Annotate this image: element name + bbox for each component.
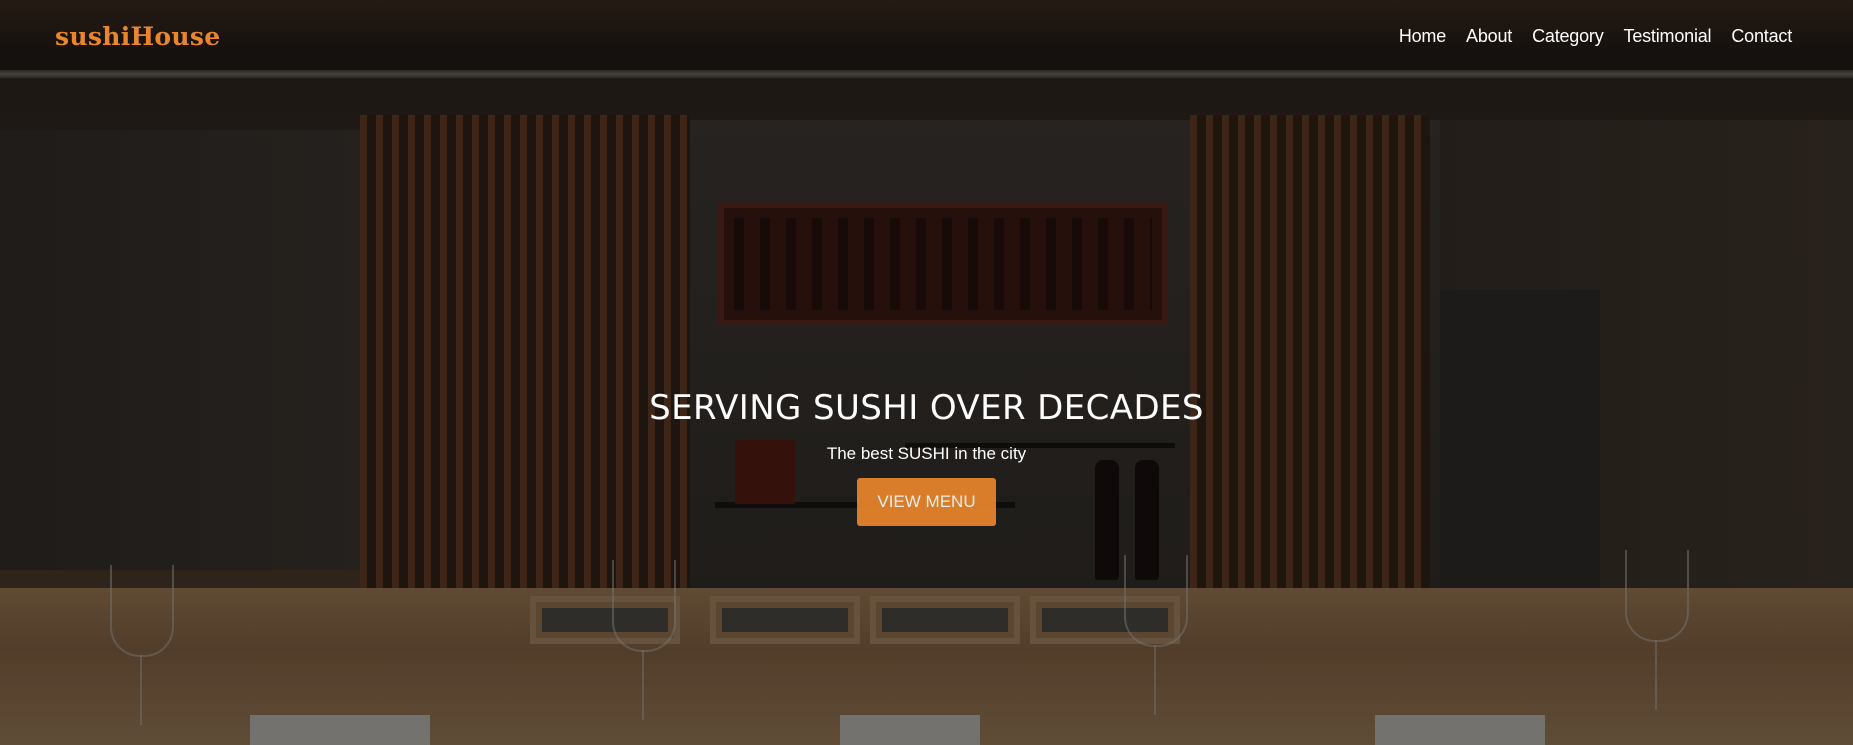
nav-item-contact[interactable]: Contact (1731, 26, 1792, 47)
nav-item-home[interactable]: Home (1399, 26, 1446, 47)
hero-subtitle: The best SUSHI in the city (826, 444, 1027, 463)
main-nav: Home About Category Testimonial Contact (1399, 26, 1792, 47)
nav-item-about[interactable]: About (1466, 26, 1512, 47)
nav-item-category[interactable]: Category (1532, 26, 1604, 47)
hero-section: sushiHouse Home About Category Testimoni… (0, 0, 1853, 745)
dark-overlay (0, 0, 1853, 745)
brand-logo[interactable]: sushiHouse (55, 22, 220, 51)
hero-title: SERVING SUSHI OVER DECADES (649, 388, 1204, 428)
hero-content: SERVING SUSHI OVER DECADES The best SUSH… (0, 388, 1853, 526)
view-menu-button[interactable]: VIEW MENU (857, 478, 996, 526)
nav-item-testimonial[interactable]: Testimonial (1624, 26, 1712, 47)
navbar: sushiHouse Home About Category Testimoni… (0, 0, 1853, 78)
